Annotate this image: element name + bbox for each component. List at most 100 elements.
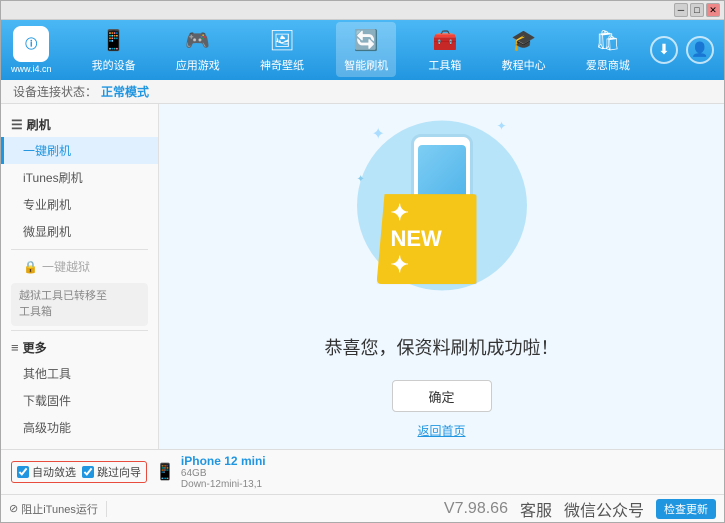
stop-itunes-button[interactable]: ⊘ 阻止iTunes运行 (9, 501, 107, 517)
sidebar-item-itunes-flash[interactable]: iTunes刷机 (1, 164, 158, 191)
checkbox-group: 自动敛选 跳过向导 (11, 461, 147, 483)
sidebar-section-jailbreak: 🔒 一键越狱 (1, 254, 158, 279)
more-section-label: 更多 (23, 339, 47, 356)
stop-itunes-label: 阻止iTunes运行 (21, 501, 98, 517)
sidebar-item-pro-flash[interactable]: 专业刷机 (1, 191, 158, 218)
one-key-flash-label: 一键刷机 (23, 144, 71, 158)
sidebar-section-flash: ☰ 刷机 (1, 112, 158, 137)
nav-smart-flash-label: 智能刷机 (344, 57, 388, 73)
download-firmware-label: 下载固件 (23, 394, 71, 408)
device-storage: 64GB (181, 468, 266, 479)
customer-service-link[interactable]: 客服 (520, 497, 552, 521)
stop-itunes-icon: ⊘ (9, 502, 18, 515)
device-details: iPhone 12 mini 64GB Down-12mini-13,1 (181, 454, 266, 490)
minimize-button[interactable]: ─ (674, 3, 688, 17)
wechat-link[interactable]: 微信公众号 (564, 497, 644, 521)
nav-apps[interactable]: 🎮 应用游戏 (168, 22, 228, 77)
nav-wallpaper-label: 神奇壁纸 (260, 57, 304, 73)
auto-connect-checkbox[interactable] (17, 466, 29, 478)
device-section: 📱 iPhone 12 mini 64GB Down-12mini-13,1 (155, 454, 714, 490)
nav-my-device[interactable]: 📱 我的设备 (84, 22, 144, 77)
jailbreak-note: 越狱工具已转移至工具箱 (11, 283, 148, 326)
divider-1 (11, 249, 148, 250)
sparkle-3: ✦ (357, 174, 365, 185)
device-icon: 📱 (155, 462, 175, 482)
nav-items: 📱 我的设备 🎮 应用游戏 🖼 神奇壁纸 🔄 智能刷机 🧰 工具箱 🎓 (72, 22, 650, 77)
header: ⓘ www.i4.cn 📱 我的设备 🎮 应用游戏 🖼 神奇壁纸 🔄 智能刷机 (1, 20, 724, 79)
close-button[interactable]: ✕ (706, 3, 720, 17)
new-banner: ✦ NEW ✦ (377, 194, 477, 284)
nav-tutorial-label: 教程中心 (502, 57, 546, 73)
nav-toolbox-label: 工具箱 (428, 57, 461, 73)
toolbox-icon: 🧰 (431, 26, 459, 54)
wallpaper-icon: 🖼 (268, 26, 296, 54)
my-device-icon: 📱 (100, 26, 128, 54)
apps-icon: 🎮 (184, 26, 212, 54)
skip-wizard-checkbox-label: 跳过向导 (82, 464, 141, 480)
logo-area: ⓘ www.i4.cn (11, 26, 52, 74)
advanced-label: 高级功能 (23, 421, 71, 435)
logo-domain: www.i4.cn (11, 64, 52, 74)
jailbreak-label: 一键越狱 (42, 258, 90, 275)
app-window: ─ □ ✕ ⓘ www.i4.cn 📱 我的设备 🎮 应用游戏 🖼 神奇壁纸 (0, 0, 725, 523)
main-layout: ☰ 刷机 一键刷机 iTunes刷机 专业刷机 微显刷机 🔒 一键越狱 (1, 104, 724, 449)
sidebar: ☰ 刷机 一键刷机 iTunes刷机 专业刷机 微显刷机 🔒 一键越狱 (1, 104, 159, 449)
nav-my-device-label: 我的设备 (92, 57, 136, 73)
nav-wallpaper[interactable]: 🖼 神奇壁纸 (252, 22, 312, 77)
skip-wizard-label: 跳过向导 (97, 464, 141, 480)
header-right: ⬇ 👤 (650, 36, 714, 64)
status-label: 设备连接状态： (13, 83, 97, 100)
title-bar: ─ □ ✕ (1, 1, 724, 20)
more-section-icon: ≡ (11, 340, 19, 355)
flash-section-icon: ☰ (11, 117, 23, 133)
download-button[interactable]: ⬇ (650, 36, 678, 64)
sidebar-item-advanced[interactable]: 高级功能 (1, 414, 158, 441)
update-button[interactable]: 检查更新 (656, 499, 716, 519)
nav-smart-flash[interactable]: 🔄 智能刷机 (336, 22, 396, 77)
divider-2 (11, 330, 148, 331)
sidebar-item-download-firmware[interactable]: 下载固件 (1, 387, 158, 414)
phone-illustration: ✦ ✦ ✦ ✦ NEW ✦ (342, 114, 542, 314)
bottom-status-row: ⊘ 阻止iTunes运行 V7.98.66 客服 微信公众号 检查更新 (1, 494, 724, 522)
device-model: Down-12mini-13,1 (181, 479, 266, 490)
bottom-device-row: 自动敛选 跳过向导 📱 iPhone 12 mini 64GB Down-12m… (1, 450, 724, 494)
jailbreak-note-text: 越狱工具已转移至工具箱 (19, 290, 107, 317)
back-home-link[interactable]: 返回首页 (417, 422, 465, 439)
confirm-button[interactable]: 确定 (392, 380, 492, 412)
confirm-button-label: 确定 (428, 387, 454, 406)
nav-toolbox[interactable]: 🧰 工具箱 (420, 22, 469, 77)
other-tools-label: 其他工具 (23, 367, 71, 381)
nav-tutorial[interactable]: 🎓 教程中心 (494, 22, 554, 77)
title-bar-buttons: ─ □ ✕ (674, 3, 720, 17)
auto-connect-checkbox-label: 自动敛选 (17, 464, 76, 480)
pro-flash-label: 专业刷机 (23, 198, 71, 212)
device-name: iPhone 12 mini (181, 454, 266, 468)
repair-flash-label: 微显刷机 (23, 225, 71, 239)
lock-icon: 🔒 (23, 260, 38, 274)
sparkle-1: ✦ (372, 124, 385, 144)
content-area: ✦ ✦ ✦ ✦ NEW ✦ 恭喜您，保资料刷机成功啦！ 确定 (159, 104, 724, 449)
smart-flash-icon: 🔄 (352, 26, 380, 54)
sidebar-item-repair-flash[interactable]: 微显刷机 (1, 218, 158, 245)
auto-connect-label: 自动敛选 (32, 464, 76, 480)
bottom-area: 自动敛选 跳过向导 📱 iPhone 12 mini 64GB Down-12m… (1, 449, 724, 522)
sparkle-2: ✦ (496, 119, 506, 133)
skip-wizard-checkbox[interactable] (82, 466, 94, 478)
flash-section-label: 刷机 (27, 116, 51, 133)
success-text: 恭喜您，保资料刷机成功啦！ (325, 334, 559, 360)
nav-store-label: 爱思商城 (586, 57, 630, 73)
new-banner-text: ✦ NEW ✦ (391, 200, 442, 277)
status-value: 正常模式 (101, 83, 149, 100)
logo-text: ⓘ (25, 35, 37, 52)
nav-store[interactable]: 🛍 爱思商城 (578, 22, 638, 77)
tutorial-icon: 🎓 (510, 26, 538, 54)
sidebar-item-one-key-flash[interactable]: 一键刷机 (1, 137, 158, 164)
sidebar-section-more: ≡ 更多 (1, 335, 158, 360)
itunes-flash-label: iTunes刷机 (23, 171, 83, 185)
nav-apps-label: 应用游戏 (176, 57, 220, 73)
user-button[interactable]: 👤 (686, 36, 714, 64)
sidebar-item-other-tools[interactable]: 其他工具 (1, 360, 158, 387)
status-bar: 设备连接状态： 正常模式 (1, 80, 724, 105)
maximize-button[interactable]: □ (690, 3, 704, 17)
version-label: V7.98.66 (444, 500, 508, 518)
